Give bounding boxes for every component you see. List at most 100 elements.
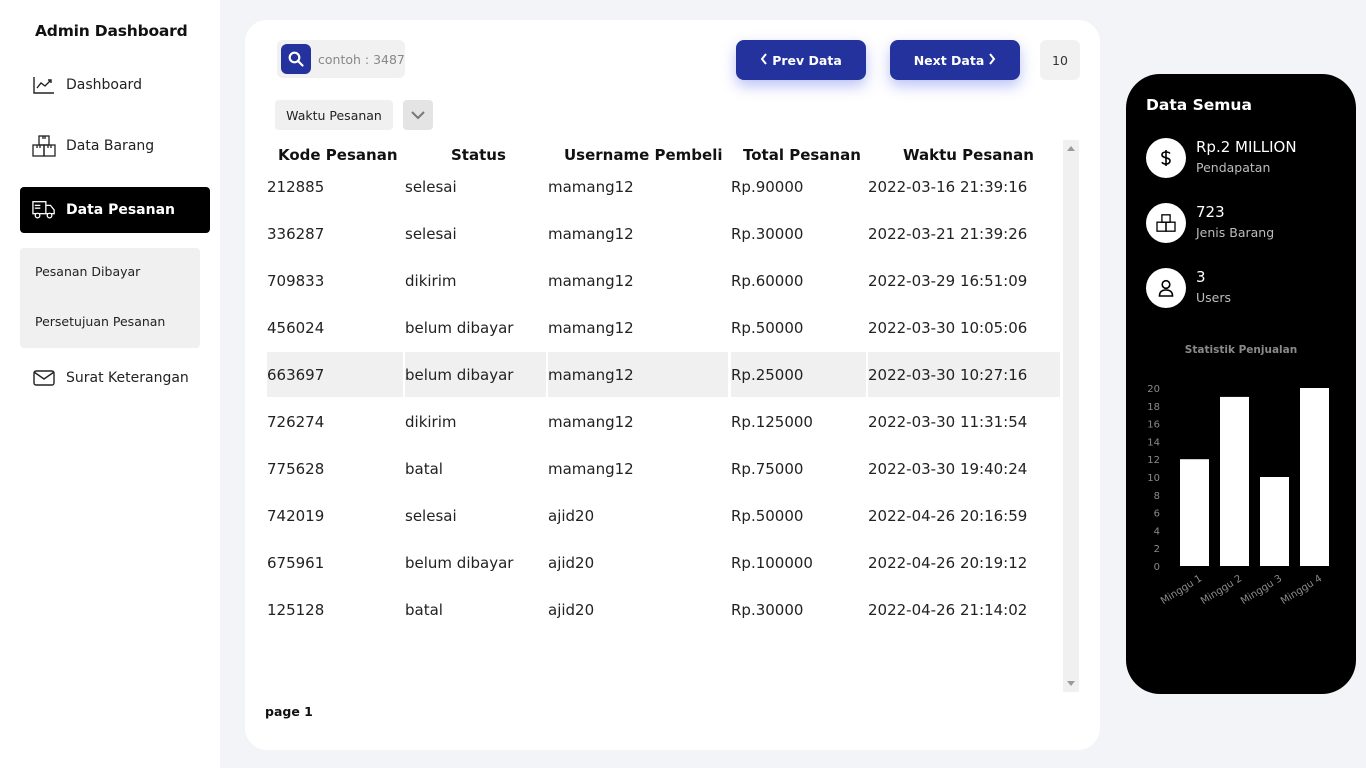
table-cell: mamang12	[548, 318, 634, 337]
sort-dropdown-toggle[interactable]	[403, 100, 433, 130]
table-cell: 2022-03-30 10:27:16	[868, 352, 1060, 397]
search-button[interactable]	[281, 44, 311, 74]
table-cell: 742019	[267, 506, 325, 525]
scroll-up-arrow-icon[interactable]	[1067, 146, 1075, 151]
table-row[interactable]: 775628 batal mamang12 Rp.75000 2022-03-30 19…	[267, 446, 1062, 491]
brand-title: Admin Dashboard	[35, 22, 188, 40]
submenu-item-persetujuan-pesanan[interactable]: Persetujuan Pesanan	[35, 314, 165, 329]
table-row[interactable]: 212885 selesai mamang12 Rp.90000 2022-03-16 …	[267, 164, 1062, 209]
chart-bar	[1260, 477, 1289, 566]
stat-label: Pendapatan	[1196, 160, 1271, 175]
chart-bar	[1300, 388, 1329, 566]
column-header-total-pesanan[interactable]: Total Pesanan	[743, 146, 861, 164]
summary-panel: Data Semua Rp.2 MILLION Pendapatan 723 J…	[1126, 74, 1356, 694]
table-cell: belum dibayar	[405, 352, 546, 397]
table-cell: batal	[405, 459, 443, 478]
table-cell: 2022-03-30 19:40:24	[868, 459, 1028, 478]
chart-bar	[1220, 396, 1249, 566]
prev-data-label: Prev Data	[772, 52, 842, 68]
page-indicator: page 1	[265, 704, 313, 719]
stat-users: 3 Users	[1146, 268, 1346, 310]
table-cell: ajid20	[548, 553, 595, 572]
table-row[interactable]: 675961 belum dibayar ajid20 Rp.100000 2022-0…	[267, 540, 1062, 585]
table-cell: batal	[405, 600, 443, 619]
y-tick-label: 6	[1154, 509, 1160, 520]
y-tick-label: 10	[1147, 473, 1160, 484]
table-row[interactable]: 726274 dikirim mamang12 Rp.125000 2022-03-30…	[267, 399, 1062, 444]
stat-label: Users	[1196, 290, 1232, 305]
sidebar-item-dashboard[interactable]: Dashboard	[20, 62, 210, 108]
scroll-down-arrow-icon[interactable]	[1067, 681, 1075, 686]
y-tick-label: 8	[1154, 491, 1160, 502]
table-cell: Rp.50000	[731, 318, 804, 337]
sidebar-item-data-barang[interactable]: Data Barang	[20, 123, 210, 169]
x-tick-label: Minggu 1	[1159, 573, 1204, 607]
table-cell: 2022-03-16 21:39:16	[868, 177, 1028, 196]
sidebar-item-label: Surat Keterangan	[66, 370, 189, 386]
page-size-field[interactable]: 10	[1040, 40, 1080, 80]
sort-by-select[interactable]: Waktu Pesanan	[275, 100, 393, 130]
mail-icon	[32, 366, 56, 390]
truck-icon	[32, 198, 56, 222]
table-cell: 2022-04-26 20:16:59	[868, 506, 1028, 525]
stat-pendapatan: Rp.2 MILLION Pendapatan	[1146, 138, 1346, 180]
search-icon	[288, 51, 304, 67]
sidebar-item-surat-keterangan[interactable]: Surat Keterangan	[20, 355, 210, 401]
chevron-down-icon	[411, 110, 425, 119]
boxes-icon	[32, 134, 56, 158]
table-row[interactable]: 742019 selesai ajid20 Rp.50000 2022-04-26 20…	[267, 493, 1062, 538]
table-cell: selesai	[405, 506, 457, 525]
chart-bar	[1180, 459, 1209, 566]
table-cell: mamang12	[548, 352, 728, 397]
table-cell: Rp.25000	[731, 352, 866, 397]
table-cell: mamang12	[548, 177, 634, 196]
sidebar-item-data-pesanan[interactable]: Data Pesanan	[20, 187, 210, 233]
trending-chart-icon	[32, 73, 56, 97]
y-tick-label: 16	[1147, 420, 1160, 431]
table-cell: selesai	[405, 177, 457, 196]
table-scrollbar[interactable]	[1063, 140, 1079, 692]
table-cell: Rp.50000	[731, 506, 804, 525]
search-input[interactable]	[318, 51, 405, 67]
table-cell: 726274	[267, 412, 325, 431]
table-cell: 456024	[267, 318, 325, 337]
table-cell: 125128	[267, 600, 325, 619]
submenu-item-pesanan-dibayar[interactable]: Pesanan Dibayar	[35, 264, 140, 279]
sales-bar-chart: 02468101214161820Minggu 1Minggu 2Minggu …	[1147, 384, 1329, 607]
table-cell: belum dibayar	[405, 553, 514, 572]
next-data-label: Next Data	[913, 52, 985, 68]
column-header-status[interactable]: Status	[451, 146, 506, 164]
x-tick-label: Minggu 2	[1199, 573, 1244, 607]
boxes-icon	[1146, 203, 1186, 243]
next-data-button[interactable]: Next Data	[890, 40, 1020, 80]
table-row[interactable]: 709833 dikirim mamang12 Rp.60000 2022-03-29 …	[267, 258, 1062, 303]
table-cell: Rp.30000	[731, 600, 804, 619]
table-cell: 2022-03-30 11:31:54	[868, 412, 1028, 431]
x-tick-label: Minggu 4	[1279, 573, 1324, 607]
y-tick-label: 14	[1147, 437, 1160, 448]
table-cell: 2022-03-21 21:39:26	[868, 224, 1028, 243]
table-row[interactable]: 125128 batal ajid20 Rp.30000 2022-04-26 21:1…	[267, 587, 1062, 632]
chevron-right-icon	[988, 52, 996, 68]
orders-card: Prev Data Next Data 10 Waktu Pesanan Kod…	[245, 20, 1100, 750]
table-cell: 775628	[267, 459, 325, 478]
table-row[interactable]: 456024 belum dibayar mamang12 Rp.50000 2022-…	[267, 305, 1062, 350]
column-header-username-pembeli[interactable]: Username Pembeli	[564, 146, 723, 164]
column-header-kode-pesanan[interactable]: Kode Pesanan	[278, 146, 398, 164]
table-cell: 2022-04-26 21:14:02	[868, 600, 1028, 619]
user-icon	[1146, 268, 1186, 308]
column-header-waktu-pesanan[interactable]: Waktu Pesanan	[903, 146, 1034, 164]
sidebar-item-label: Dashboard	[66, 77, 142, 93]
prev-data-button[interactable]: Prev Data	[736, 40, 866, 80]
table-row[interactable]: 336287 selesai mamang12 Rp.30000 2022-03-21 …	[267, 211, 1062, 256]
table-cell: mamang12	[548, 459, 634, 478]
chevron-left-icon	[760, 52, 768, 68]
stat-label: Jenis Barang	[1196, 225, 1275, 240]
table-cell: dikirim	[405, 412, 457, 431]
y-tick-label: 18	[1147, 402, 1160, 413]
stat-value: 723	[1196, 203, 1225, 221]
table-cell: mamang12	[548, 412, 634, 431]
table-cell: Rp.100000	[731, 553, 813, 572]
table-row[interactable]: 663697 belum dibayar mamang12 Rp.25000 2022-…	[267, 352, 1062, 397]
table-cell: 2022-03-30 10:05:06	[868, 318, 1028, 337]
